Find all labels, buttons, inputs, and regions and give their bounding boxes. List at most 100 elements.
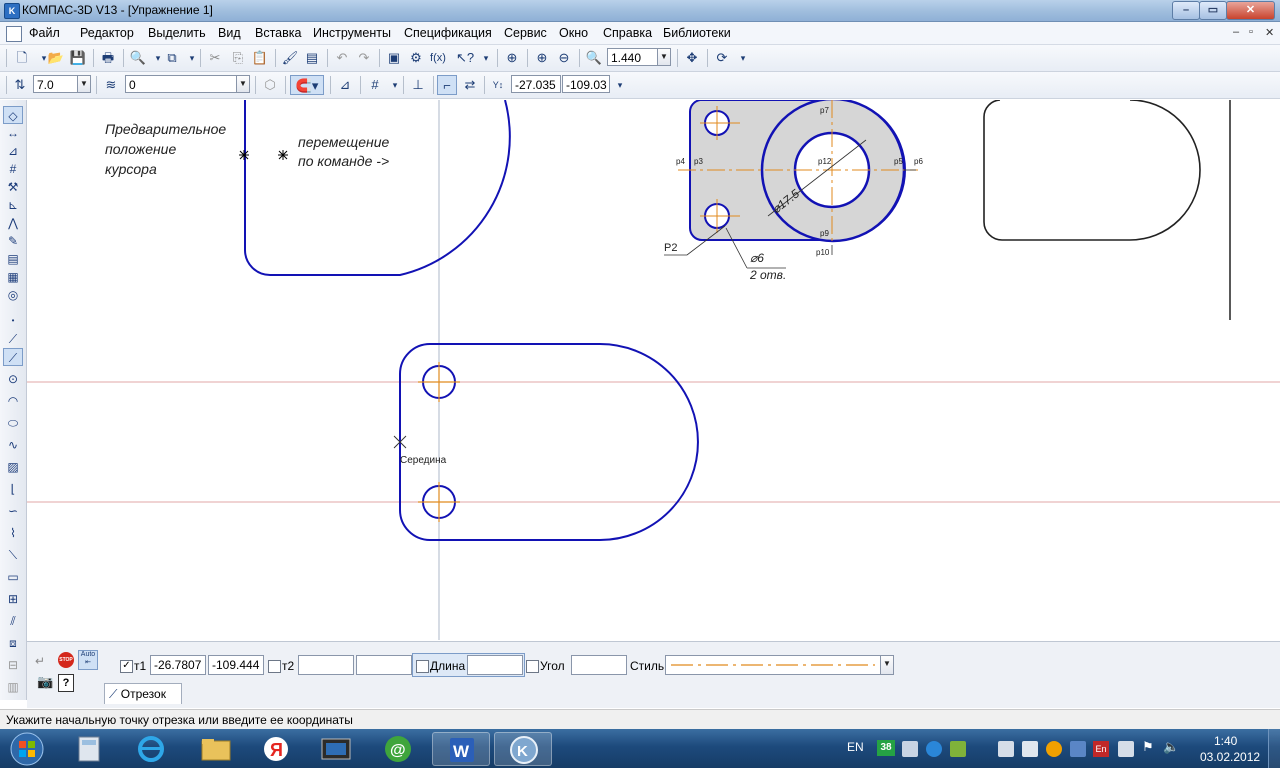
arc-tool-icon[interactable]: ◠ xyxy=(3,392,23,410)
cut-icon[interactable]: ✂ xyxy=(205,48,225,68)
point-tool-icon[interactable]: • xyxy=(3,312,23,330)
tray-display-icon[interactable] xyxy=(1118,741,1134,757)
open-folder-icon[interactable]: 📂 xyxy=(46,48,66,68)
spline-by-points-icon[interactable]: ⊟ xyxy=(3,656,23,674)
new-document-icon[interactable]: 🗋 xyxy=(12,48,32,68)
close-button[interactable]: ✕ xyxy=(1226,1,1275,20)
menu-file[interactable]: Файл xyxy=(29,26,60,40)
round-mode-icon[interactable]: ⌐ xyxy=(437,75,457,95)
menu-insert[interactable]: Вставка xyxy=(255,26,301,40)
auto-create-button[interactable]: Auto ⇤ xyxy=(78,650,98,670)
redo-icon[interactable]: ↷ xyxy=(354,48,374,68)
tray-device-icon[interactable] xyxy=(1022,741,1038,757)
drawing-svg[interactable]: Предварительное положение курсора переме… xyxy=(27,97,1280,640)
aux-line-tool-icon[interactable]: ⟋ xyxy=(3,330,23,348)
cursor-step-icon[interactable]: ⇅ xyxy=(10,75,30,95)
length-checkbox[interactable] xyxy=(416,660,429,673)
tray-printer-icon[interactable] xyxy=(1070,741,1086,757)
fillet-tool-icon[interactable]: ⌊ xyxy=(3,480,23,498)
properties-icon[interactable]: ▤ xyxy=(302,48,322,68)
toolbar2-overflow-icon[interactable]: ▾ xyxy=(610,75,630,95)
tray-pin-icon[interactable] xyxy=(998,741,1014,757)
zoom-out-icon[interactable]: ⊖ xyxy=(554,48,574,68)
grid-dropdown-icon[interactable]: ▾ xyxy=(385,75,405,95)
internet-explorer-taskbar-icon[interactable] xyxy=(122,732,180,766)
parametrization-panel-icon[interactable]: ⚒ xyxy=(3,178,23,196)
menu-editor[interactable]: Редактор xyxy=(80,26,134,40)
context-help-icon[interactable]: ↖? xyxy=(455,48,475,68)
manager-panel-icon[interactable]: ▣ xyxy=(384,48,404,68)
more-tools-icon[interactable]: ▥ xyxy=(3,678,23,696)
circle-tool-icon[interactable]: ⊙ xyxy=(3,370,23,388)
tray-network-icon[interactable] xyxy=(902,741,918,757)
tray-lang-icon[interactable]: En xyxy=(1093,741,1109,757)
clock-time[interactable]: 1:40 xyxy=(1214,734,1237,748)
zoom-field[interactable]: 1.440 xyxy=(607,48,659,66)
insert-panel-icon[interactable]: ◎ xyxy=(3,286,23,304)
angle-field[interactable] xyxy=(571,655,627,675)
bezier-tool-icon[interactable]: ∽ xyxy=(3,502,23,520)
document-manager-icon[interactable]: ⧉ xyxy=(162,48,182,68)
help-icon[interactable]: ? xyxy=(58,674,74,692)
reports-panel-icon[interactable]: ▦ xyxy=(3,268,23,286)
menu-help[interactable]: Справка xyxy=(603,26,652,40)
menu-select[interactable]: Выделить xyxy=(148,26,206,40)
collect-contour-icon[interactable]: ⊞ xyxy=(3,590,23,608)
designations-panel-icon[interactable]: ⊿ xyxy=(3,142,23,160)
tray-check-icon[interactable] xyxy=(950,741,966,757)
tray-badge-icon[interactable]: 38 xyxy=(877,740,895,756)
save-icon[interactable]: 💾 xyxy=(68,48,88,68)
t1-y-field[interactable]: -109.444 xyxy=(208,655,264,675)
measurements-panel-icon[interactable]: ⊾ xyxy=(3,196,23,214)
layer-field[interactable]: 0 xyxy=(125,75,237,93)
cursor-step-field[interactable]: 7.0 xyxy=(33,75,78,93)
coordinates-icon[interactable]: ⇄ xyxy=(460,75,480,95)
editing-panel-icon[interactable]: # xyxy=(3,160,23,178)
mail-agent-taskbar-icon[interactable]: @ xyxy=(369,732,427,766)
calculator-taskbar-icon[interactable] xyxy=(60,732,118,766)
kompas-app-icon[interactable]: K xyxy=(4,3,20,19)
manager-dropdown-icon[interactable]: ▾ xyxy=(182,48,202,68)
t2-checkbox[interactable] xyxy=(268,660,281,673)
geometry-panel-icon[interactable]: ◇ xyxy=(3,106,23,124)
style-dropdown-icon[interactable]: ▼ xyxy=(880,655,894,675)
stop-command-icon[interactable]: STOP xyxy=(58,652,74,668)
clock-date[interactable]: 03.02.2012 xyxy=(1200,750,1260,764)
grid-icon[interactable]: # xyxy=(365,75,385,95)
menu-tools[interactable]: Инструменты xyxy=(313,26,391,40)
tray-flag-icon[interactable]: ⚑ xyxy=(1142,739,1154,755)
word-taskbar-icon[interactable]: W xyxy=(432,732,490,766)
mdi-close-icon[interactable]: ✕ xyxy=(1265,26,1274,39)
menu-view[interactable]: Вид xyxy=(218,26,241,40)
mdi-minimize-icon[interactable]: – xyxy=(1233,26,1239,38)
contour-tool-icon[interactable]: ⧈ xyxy=(3,634,23,652)
toolbar-overflow-icon[interactable]: ▾ xyxy=(733,48,753,68)
document-icon[interactable] xyxy=(6,26,22,42)
zoom-window-icon[interactable]: ⊕ xyxy=(502,48,522,68)
tray-volume-icon[interactable]: 🔈 xyxy=(1163,739,1179,755)
variables-icon[interactable]: f(x) xyxy=(428,48,448,68)
coord-x-field[interactable]: -27.035 xyxy=(511,75,561,93)
explorer-taskbar-icon[interactable] xyxy=(187,732,245,766)
style-field[interactable] xyxy=(665,655,881,675)
menu-specification[interactable]: Спецификация xyxy=(404,26,492,40)
tray-q-icon[interactable] xyxy=(926,741,942,757)
associative-views-icon[interactable]: ✎ xyxy=(3,232,23,250)
zoom-in-icon[interactable]: ⊕ xyxy=(532,48,552,68)
t1-x-field[interactable]: -26.7807 xyxy=(150,655,206,675)
paste-icon[interactable]: 📋 xyxy=(250,48,270,68)
ellipse-tool-icon[interactable]: ⬭ xyxy=(3,414,23,432)
drawing-canvas[interactable]: Предварительное положение курсора переме… xyxy=(27,97,1280,640)
layer-icon[interactable]: ≋ xyxy=(101,75,121,95)
auto-axis-icon[interactable]: ⫽ xyxy=(3,612,23,630)
t1-checkbox[interactable]: ✓ xyxy=(120,660,133,673)
yandex-taskbar-icon[interactable]: Я xyxy=(247,732,305,766)
ortho-icon[interactable]: ⊥ xyxy=(408,75,428,95)
dimensions-panel-icon[interactable]: ↔ xyxy=(3,124,23,142)
library-manager-icon[interactable]: ⚙ xyxy=(406,48,426,68)
language-indicator[interactable]: EN xyxy=(847,740,864,754)
state-icon[interactable]: ⬡ xyxy=(260,75,280,95)
menu-window[interactable]: Окно xyxy=(559,26,588,40)
presentation-taskbar-icon[interactable] xyxy=(307,732,365,766)
zoom-scale-icon[interactable]: 🔍 xyxy=(584,48,604,68)
